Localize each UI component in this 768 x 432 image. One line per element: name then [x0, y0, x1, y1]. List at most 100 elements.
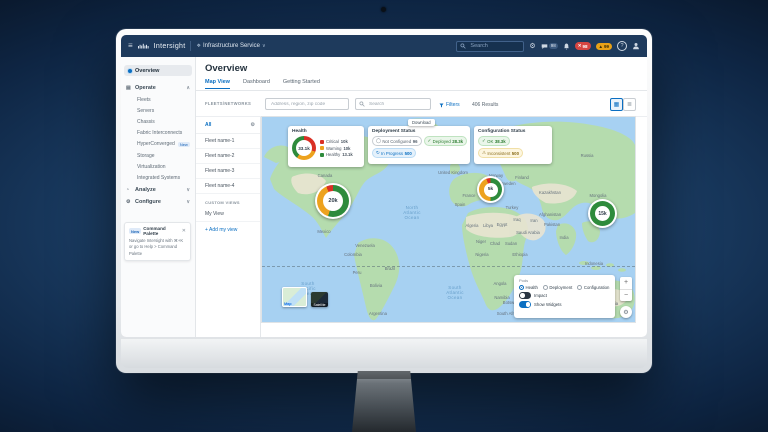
legend-item-healthy[interactable]: Healthy 13.1k	[320, 152, 353, 157]
sidebar-item-fabric-interconnects[interactable]: Fabric Interconnects	[121, 128, 195, 139]
map-marker-europe[interactable]: 5k	[477, 176, 504, 203]
legend-item-warning[interactable]: Warning 10k	[320, 146, 353, 151]
search-icon	[359, 101, 365, 107]
user-avatar[interactable]	[632, 42, 640, 50]
new-badge: New	[178, 142, 190, 147]
map-layer-button[interactable]: Map	[282, 287, 307, 307]
marketing-background: ≡ Intersight ❖ Infrastructure Service ∨ …	[0, 0, 768, 432]
sidebar-item-fleets[interactable]: Fleets	[121, 94, 195, 105]
map-view-toggle-button[interactable]: ▦	[610, 98, 623, 111]
sidebar-item-integrated-systems[interactable]: Integrated Systems	[121, 172, 195, 183]
zoom-out-button[interactable]: −	[620, 290, 632, 302]
global-search[interactable]	[456, 41, 524, 52]
top-navbar: ≡ Intersight ❖ Infrastructure Service ∨ …	[121, 35, 647, 57]
service-selector[interactable]: ❖ Infrastructure Service ∨	[196, 43, 265, 49]
pill-not-configured[interactable]: ◯ Not Configured 96	[372, 136, 422, 146]
address-search-field[interactable]	[265, 98, 349, 110]
health-widget-title: Health	[292, 129, 360, 134]
chat-icon[interactable]: 98	[541, 43, 558, 50]
sidebar-item-virtualization[interactable]: Virtualization	[121, 161, 195, 172]
map-zoom-control: + −	[620, 277, 632, 301]
help-icon[interactable]: ?	[617, 41, 627, 51]
critical-alarms-badge[interactable]: ✕ 98	[575, 42, 591, 50]
impact-toggle[interactable]	[519, 292, 531, 299]
address-input[interactable]	[269, 101, 345, 108]
fleet-list-item[interactable]: Fleet name-1	[196, 134, 260, 149]
marker-value: 5k	[484, 183, 498, 197]
tab-dashboard[interactable]: Dashboard	[243, 79, 270, 89]
legend-label: Critical	[326, 139, 339, 144]
deployment-widget-title: Deployment Status	[372, 129, 466, 134]
map-search-field[interactable]	[355, 98, 431, 110]
map-label-spain: Spain	[455, 202, 466, 207]
map-label-egypt: Egypt	[497, 222, 509, 227]
pill-ok[interactable]: ✓ OK 38.3k	[478, 136, 510, 146]
zoom-in-button[interactable]: +	[620, 277, 632, 290]
legend-item-critical[interactable]: Critical 10k	[320, 139, 353, 144]
fleet-list-panel: All ⚙ Fleet name-1 Fleet name-2 Fleet na…	[196, 117, 261, 337]
fleet-list-item[interactable]: Fleet name-2	[196, 149, 260, 164]
satellite-layer-button[interactable]: Satellite	[311, 292, 328, 307]
close-icon[interactable]: ✕	[182, 228, 186, 234]
filters-button[interactable]: Filters	[439, 102, 460, 108]
map-settings-button[interactable]: ⚙	[620, 306, 632, 318]
sidebar-section-operate[interactable]: ▤ Operate ∧	[121, 82, 195, 94]
command-palette-badge: New	[129, 228, 141, 234]
command-palette-card: New Command Palette ✕ Navigate Intersigh…	[124, 222, 191, 261]
radio-dot	[543, 285, 548, 290]
pill-label: Deployed	[433, 139, 451, 144]
radio-deployment[interactable]: Deployment	[543, 285, 572, 290]
hamburger-menu-icon[interactable]: ≡	[128, 42, 133, 50]
warning-alarms-badge[interactable]: ▲ 99	[596, 43, 612, 50]
sidebar-item-chassis[interactable]: Chassis	[121, 116, 195, 127]
fleet-list-item[interactable]: Fleet name-4	[196, 179, 260, 194]
map-search-input[interactable]	[367, 101, 427, 108]
show-widgets-toggle[interactable]	[519, 301, 531, 308]
sidebar-item-label: Virtualization	[137, 164, 166, 170]
global-search-input[interactable]	[468, 42, 520, 50]
toggle-knob	[526, 302, 531, 307]
settings-gear-icon[interactable]: ⚙	[529, 43, 535, 50]
map-label-nigeria: Nigeria	[475, 252, 489, 257]
pill-in-progress[interactable]: ↻ In Progress 500	[372, 148, 416, 158]
results-count: 406 Results	[472, 102, 498, 108]
map-label-argentina: Argentina	[369, 311, 388, 316]
page-title: Overview	[205, 63, 247, 74]
alarms-bell-icon[interactable]	[563, 43, 570, 50]
satellite-layer-label: Satellite	[311, 303, 328, 307]
pill-label: Not Configured	[382, 139, 411, 144]
custom-view-item[interactable]: My View	[196, 207, 260, 222]
tab-map-view[interactable]: Map View	[205, 79, 230, 89]
pill-inconsistent[interactable]: ⚠ Inconsistent 500	[478, 148, 523, 158]
divider	[196, 90, 647, 91]
map-label-canada: Canada	[318, 173, 333, 178]
sidebar-section-analyze[interactable]: ◔ Analyze ∨	[121, 184, 195, 196]
fleet-list-item[interactable]: Fleet name-3	[196, 164, 260, 179]
map-marker-north-america[interactable]: 20k	[315, 183, 351, 219]
sidebar-item-hyperconverged[interactable]: HyperConverged New	[121, 139, 195, 150]
download-button[interactable]: Download	[408, 119, 435, 126]
deployment-status-widget: Deployment Status ◯ Not Configured 96 ✓	[368, 126, 470, 164]
sidebar-item-storage[interactable]: Storage	[121, 150, 195, 161]
pill-deployed[interactable]: ✓ Deployed 28.3k	[424, 136, 468, 146]
health-total: 33.1k	[296, 140, 312, 156]
sidebar-item-overview[interactable]: Overview	[124, 65, 192, 76]
chevron-up-icon: ∧	[186, 85, 190, 91]
sidebar-item-servers[interactable]: Servers	[121, 105, 195, 116]
world-map[interactable]: CanadaMexicoUnited KingdomFranceSpainNor…	[262, 117, 635, 322]
radio-configuration[interactable]: Configuration	[577, 285, 609, 290]
legend-value: 10k	[343, 146, 350, 151]
map-marker-east-asia[interactable]: 15k	[588, 199, 617, 228]
health-donut-chart[interactable]: 33.1k	[292, 136, 316, 160]
tab-getting-started[interactable]: Getting Started	[283, 79, 320, 89]
toggle-label: Show Widgets	[534, 302, 561, 307]
sidebar-item-label: HyperConverged	[137, 141, 175, 147]
radio-health[interactable]: Health	[519, 285, 538, 290]
intersight-app-window: ≡ Intersight ❖ Infrastructure Service ∨ …	[121, 35, 647, 337]
add-my-view-button[interactable]: + Add my view	[196, 222, 260, 237]
sidebar-section-configure[interactable]: ⚙ Configure ∨	[121, 196, 195, 208]
list-view-toggle-button[interactable]: ≣	[623, 98, 636, 111]
pods-panel: Pods Health Deployment	[514, 275, 615, 318]
gear-icon[interactable]: ⚙	[251, 122, 255, 128]
fleet-filter-all[interactable]: All ⚙	[196, 117, 260, 134]
